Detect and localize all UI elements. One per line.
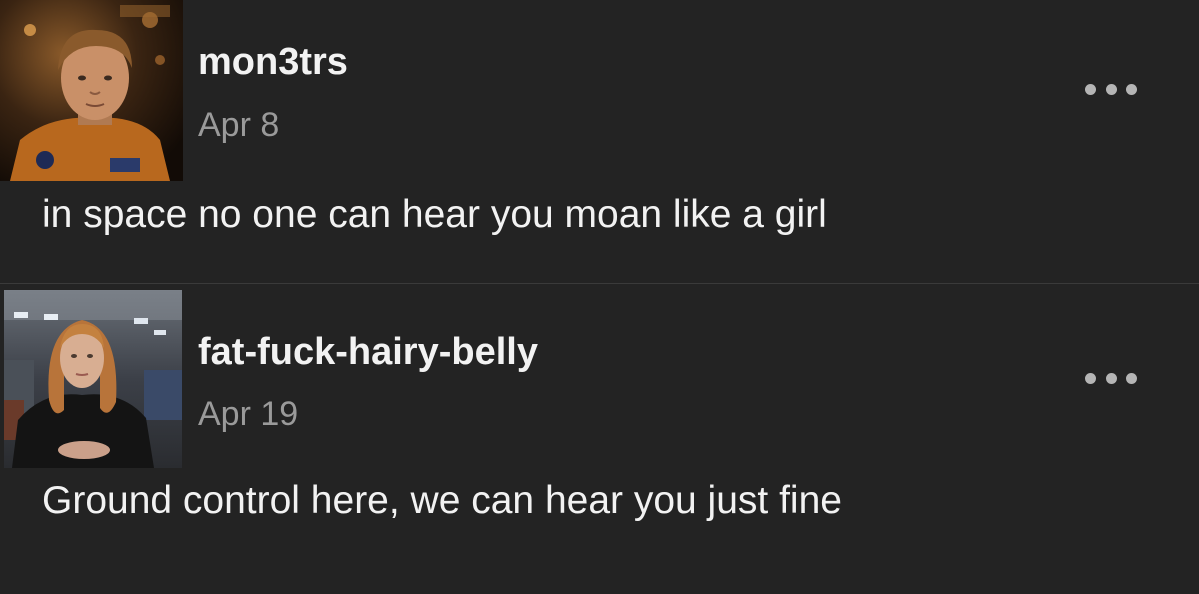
woman-avatar-photo [4, 290, 182, 468]
post-date: Apr 8 [198, 106, 280, 144]
more-options-button[interactable] [1085, 79, 1137, 99]
more-dot [1126, 83, 1137, 95]
reply-text: Ground control here, we can hear you jus… [42, 479, 842, 522]
more-dot [1105, 372, 1117, 384]
astronaut-avatar-photo [0, 0, 183, 181]
post-date: Apr 19 [198, 395, 299, 433]
reply-thread: mon3trs Apr 8 in space no one can hear y… [0, 0, 1199, 594]
username[interactable]: mon3trs [198, 40, 348, 84]
reply-text: in space no one can hear you moan like a… [42, 193, 827, 236]
reply-post: mon3trs Apr 8 in space no one can hear y… [0, 0, 1199, 283]
more-horizontal-icon [1085, 372, 1096, 384]
more-options-button[interactable] [1085, 368, 1137, 388]
more-horizontal-icon [1085, 83, 1096, 95]
user-avatar[interactable] [0, 0, 183, 181]
more-dot [1126, 372, 1137, 384]
more-dot [1105, 83, 1117, 95]
user-avatar[interactable] [4, 290, 182, 468]
username[interactable]: fat-fuck-hairy-belly [198, 330, 538, 374]
reply-post: fat-fuck-hairy-belly Apr 19 Ground contr… [0, 284, 1199, 594]
